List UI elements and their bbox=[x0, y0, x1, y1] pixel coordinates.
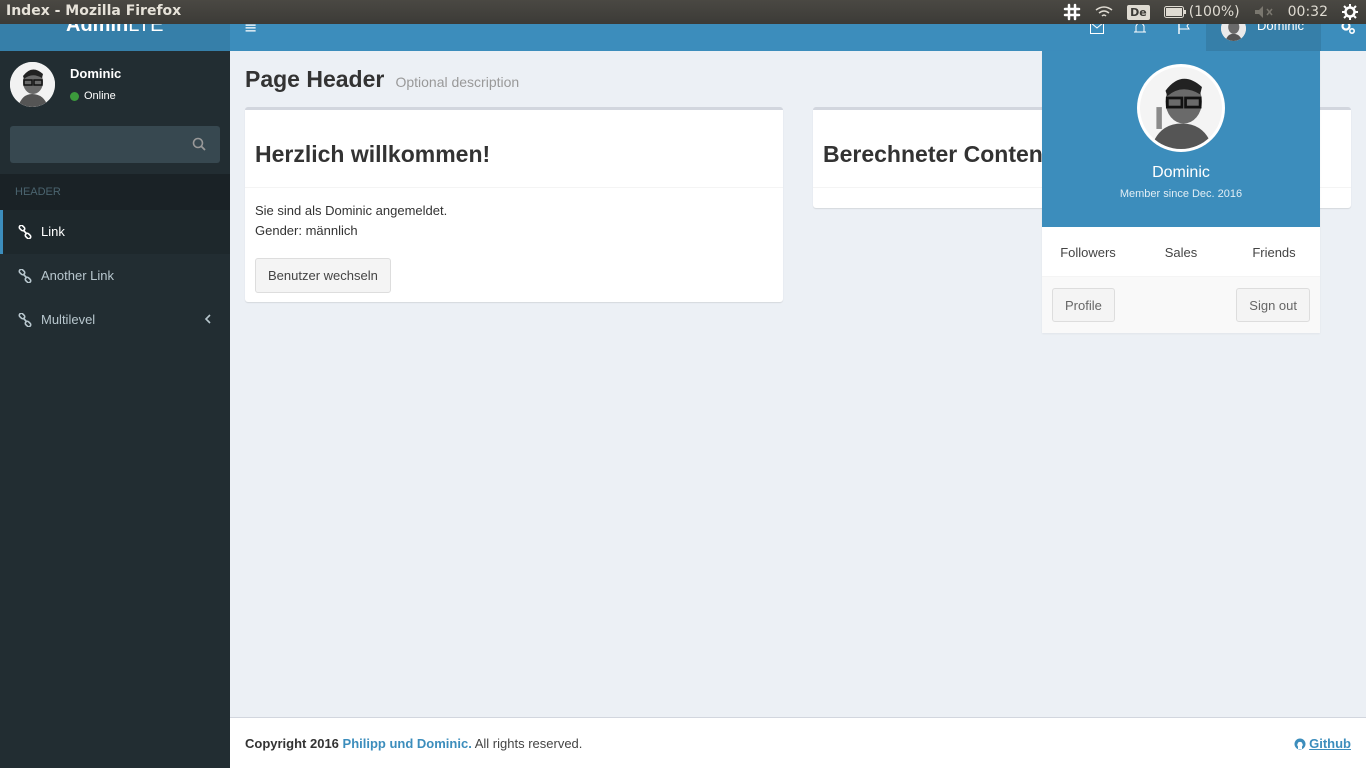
os-top-bar: Index - Mozilla Firefox De (100%) 00:32 bbox=[0, 0, 1366, 24]
welcome-box: Herzlich willkommen! Sie sind als Domini… bbox=[245, 107, 783, 302]
followers-link[interactable]: Followers bbox=[1042, 245, 1134, 260]
main-header: ≡ Dominic bbox=[230, 16, 1366, 51]
battery-icon bbox=[1163, 6, 1186, 18]
dropdown-user-name: Dominic bbox=[1152, 164, 1210, 181]
sign-out-button[interactable]: Sign out bbox=[1236, 288, 1310, 322]
switch-user-button[interactable]: Benutzer wechseln bbox=[255, 258, 391, 293]
sidebar-item-label: Another Link bbox=[41, 268, 114, 283]
user-dropdown-menu: Dominic Member since Dec. 2016 Followers… bbox=[1042, 51, 1320, 333]
sidebar-item-another-link[interactable]: Another Link bbox=[0, 254, 230, 298]
power-gear-icon[interactable] bbox=[1342, 4, 1358, 20]
sidebar-item-label: Multilevel bbox=[41, 312, 96, 327]
logo-area[interactable]: AdminLTE bbox=[0, 24, 230, 51]
rights-text: All rights reserved. bbox=[474, 736, 583, 751]
box-title: Berechneter Content bbox=[823, 141, 1051, 167]
online-status-dot-icon bbox=[70, 91, 79, 101]
sidebar-toggle-icon[interactable]: ≡ bbox=[244, 20, 257, 36]
user-status[interactable]: Online bbox=[70, 90, 116, 102]
link-icon bbox=[18, 269, 32, 283]
link-icon bbox=[18, 313, 32, 327]
avatar bbox=[1137, 64, 1225, 152]
box-title: Herzlich willkommen! bbox=[255, 141, 491, 167]
sidebar-user-panel: Dominic Online bbox=[0, 51, 230, 121]
user-dropdown-header: Dominic Member since Dec. 2016 bbox=[1042, 51, 1320, 227]
sidebar-item-multilevel[interactable]: Multilevel bbox=[0, 298, 230, 342]
authors-link[interactable]: Philipp und Dominic. bbox=[343, 736, 472, 751]
slack-icon[interactable] bbox=[1063, 3, 1081, 21]
sidebar-menu-header: HEADER bbox=[0, 174, 230, 210]
profile-button[interactable]: Profile bbox=[1052, 288, 1115, 322]
main-footer: Copyright 2016 Philipp und Dominic. All … bbox=[230, 717, 1366, 768]
gender-text: Gender: männlich bbox=[255, 223, 358, 238]
search-input[interactable] bbox=[10, 126, 180, 163]
page-description: Optional description bbox=[395, 74, 520, 90]
sidebar-user-name: Dominic bbox=[70, 66, 122, 81]
search-icon[interactable] bbox=[192, 137, 206, 151]
sidebar-item-link[interactable]: Link bbox=[0, 210, 230, 254]
box-divider bbox=[245, 187, 783, 188]
content-header: Page Header Optional description bbox=[245, 66, 519, 93]
volume-muted-icon[interactable] bbox=[1254, 5, 1274, 19]
page-title: Page Header bbox=[245, 66, 385, 92]
avatar bbox=[10, 62, 55, 107]
wifi-icon[interactable] bbox=[1095, 5, 1113, 19]
user-photo-icon bbox=[1140, 67, 1222, 149]
friends-link[interactable]: Friends bbox=[1228, 245, 1320, 260]
brand-logo[interactable]: AdminLTE bbox=[66, 24, 163, 37]
user-dropdown-links: Followers Sales Friends bbox=[1042, 227, 1320, 277]
window-title: Index - Mozilla Firefox bbox=[6, 3, 182, 19]
sidebar-item-label: Link bbox=[41, 224, 65, 239]
clock[interactable]: 00:32 bbox=[1288, 4, 1328, 20]
github-link[interactable]: Github bbox=[1294, 736, 1351, 751]
battery-percent: (100%) bbox=[1188, 4, 1240, 20]
chevron-left-icon[interactable] bbox=[204, 313, 212, 325]
github-label: Github bbox=[1309, 736, 1351, 751]
user-photo-icon bbox=[10, 62, 55, 107]
user-dropdown-footer: Profile Sign out bbox=[1042, 277, 1320, 333]
sales-link[interactable]: Sales bbox=[1135, 245, 1227, 260]
user-menu-toggle[interactable]: Dominic bbox=[1206, 16, 1321, 51]
sidebar-search bbox=[10, 126, 220, 163]
sidebar: AdminLTE Dominic Online HEADER Link Anot… bbox=[0, 24, 230, 768]
user-status-text: Online bbox=[84, 90, 116, 102]
system-tray: De (100%) 00:32 bbox=[1063, 0, 1358, 24]
member-since: Member since Dec. 2016 bbox=[1119, 188, 1243, 200]
copyright-text: Copyright 2016 Philipp und Dominic. All … bbox=[245, 736, 582, 751]
copyright-prefix: Copyright 2016 bbox=[245, 736, 339, 751]
link-icon bbox=[18, 225, 32, 239]
logged-in-text: Sie sind als Dominic angemeldet. bbox=[255, 203, 448, 218]
github-icon bbox=[1294, 738, 1306, 749]
battery-indicator[interactable]: (100%) bbox=[1163, 4, 1240, 20]
keyboard-layout-indicator[interactable]: De bbox=[1127, 4, 1150, 20]
